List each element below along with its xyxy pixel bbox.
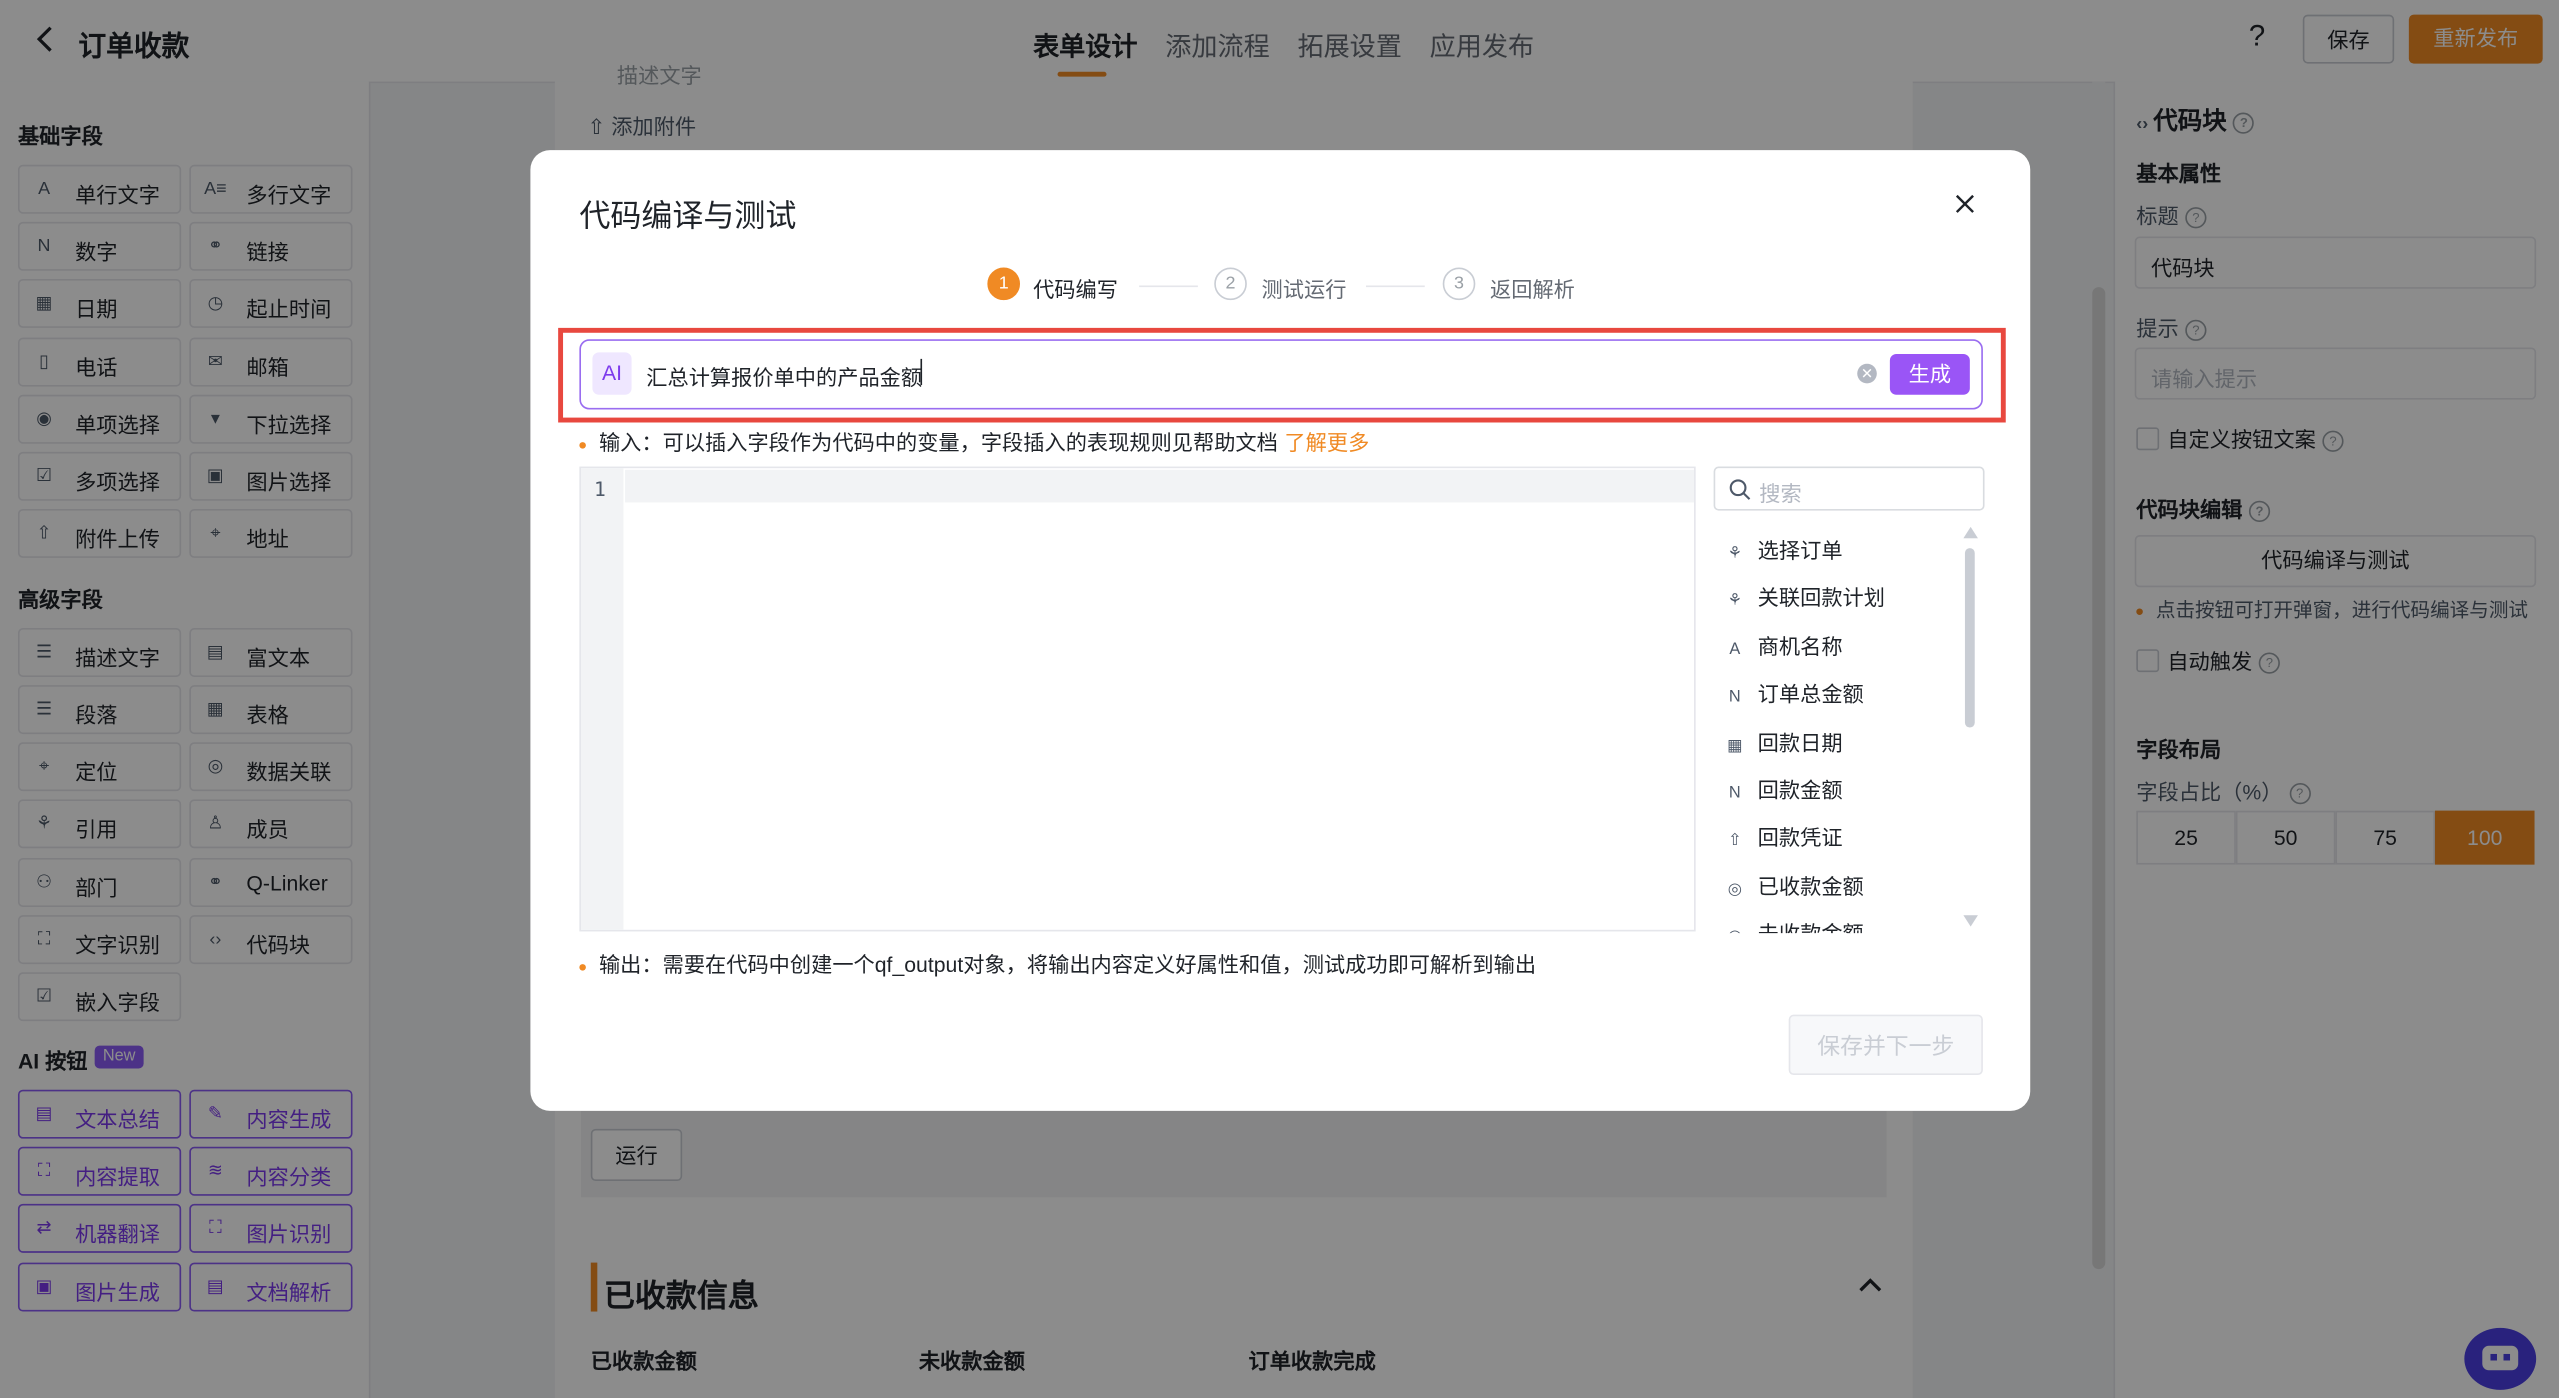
step-1-label: 代码编写 (1033, 277, 1118, 302)
data-link-icon: ◎ (1727, 880, 1742, 899)
clear-input-icon[interactable]: ✕ (1857, 363, 1877, 384)
step-1-circle: 1 (987, 267, 1021, 301)
dialog-title: 代码编译与测试 (579, 200, 797, 235)
step-connector (1139, 285, 1198, 288)
variable-search-input[interactable] (1713, 466, 1985, 511)
search-icon (1729, 479, 1751, 500)
variable-list: ⚘ 选择订单 ⚘ 关联回款计划 A 商机名称 N 订单总金额 ▦ 回款日期 N 回款金额 ⇧… (1714, 525, 1975, 933)
output-hint: 输出：需要在代码中创建一个qf_output对象，将输出内容定义好属性和值，测试… (579, 948, 1536, 979)
learn-more-link[interactable]: 了解更多 (1284, 431, 1369, 455)
calendar-icon: ▦ (1727, 737, 1743, 756)
variable-item[interactable]: ⚘ 关联回款计划 (1725, 581, 1885, 612)
step-2-label: 测试运行 (1261, 277, 1347, 302)
variable-item[interactable]: ▦ 回款日期 (1725, 726, 1842, 757)
variable-item[interactable]: ◎未收款金额 (1725, 917, 1864, 933)
code-editor[interactable] (579, 466, 1696, 932)
editor-gutter (580, 468, 624, 930)
step-3-circle: 3 (1442, 267, 1476, 301)
reference-icon: ⚘ (1727, 544, 1743, 563)
data-link-icon: ◎ (1725, 928, 1745, 933)
text-line-icon: A (1729, 641, 1741, 660)
number-icon: N (1728, 784, 1741, 803)
close-icon[interactable] (1952, 191, 1978, 217)
reference-icon: ⚘ (1727, 592, 1743, 611)
generate-button[interactable]: 生成 (1889, 353, 1970, 395)
variable-item[interactable]: ⇧ 回款凭证 (1725, 821, 1843, 852)
variable-item[interactable]: N 回款金额 (1725, 773, 1843, 804)
variable-item[interactable]: ◎ 已收款金额 (1725, 869, 1864, 900)
variable-list-scrollbar[interactable] (1964, 548, 1975, 728)
ai-prompt-text[interactable]: 汇总计算报价单中的产品金额 (646, 361, 922, 392)
input-hint: 输入：可以插入字段作为代码中的变量，字段插入的表现规则见帮助文档 了解更多 (579, 426, 1369, 457)
save-and-next-button[interactable]: 保存并下一步 (1788, 1014, 1983, 1076)
number-icon: N (1728, 688, 1741, 707)
scroll-up-arrow-icon[interactable] (1963, 526, 1979, 539)
editor-active-line (625, 469, 1695, 503)
step-connector (1365, 285, 1425, 288)
step-3-label: 返回解析 (1490, 277, 1575, 302)
search-placeholder: 搜索 (1759, 481, 1802, 506)
ai-chip-icon: AI (592, 352, 632, 395)
line-number: 1 (594, 477, 606, 501)
upload-icon: ⇧ (1727, 831, 1742, 850)
variable-item[interactable]: ⚘ 选择订单 (1725, 533, 1843, 564)
variable-item[interactable]: N 订单总金额 (1725, 677, 1864, 708)
text-cursor (920, 358, 923, 385)
scroll-down-arrow-icon[interactable] (1963, 915, 1979, 927)
step-2-circle: 2 (1214, 267, 1247, 301)
variable-item[interactable]: A 商机名称 (1725, 630, 1842, 661)
